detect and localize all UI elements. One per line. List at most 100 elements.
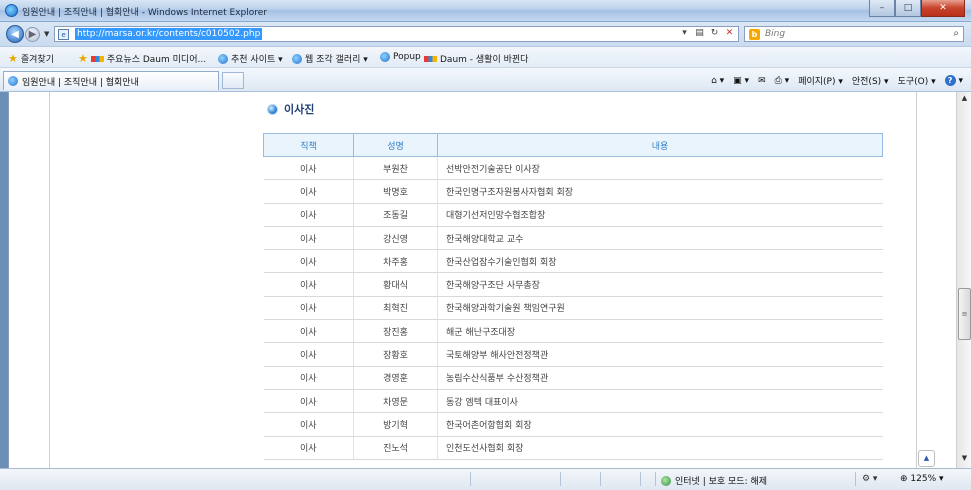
bullet-icon <box>267 103 278 115</box>
favorite-suggested-sites[interactable]: 추천 사이트 ▾ <box>218 52 283 65</box>
cell-description: 대형기선저인망수협조합장 <box>437 203 883 227</box>
url-input[interactable]: http://marsa.or.kr/contents/c010502.php <box>75 28 263 40</box>
cell-description: 동강 엠텍 대표이사 <box>437 389 883 414</box>
new-tab-button[interactable] <box>222 72 244 89</box>
cell-name: 진노석 <box>353 436 438 460</box>
favorites-button[interactable]: ★ 즐겨찾기 <box>8 52 54 65</box>
tab-current[interactable]: 임원안내 | 조직안내 | 협회안내 <box>3 71 219 90</box>
cell-name: 장진홍 <box>353 319 438 344</box>
security-zone[interactable]: 인터넷 | 보호 모드: 해제 <box>661 474 767 487</box>
table-row: 이사 부원찬 선박안전기술공단 이사장 <box>263 156 883 181</box>
vertical-scrollbar[interactable]: ▲ ≡ ▼ <box>956 92 971 468</box>
page-icon: e <box>58 29 69 40</box>
history-dropdown-icon[interactable]: ▼ <box>44 30 49 38</box>
status-separator <box>560 472 561 486</box>
address-row: ◀ ▶ ▼ e http://marsa.or.kr/contents/c010… <box>0 22 971 46</box>
table-row: 이사 진노석 인천도선사협회 회장 <box>263 436 883 460</box>
favorite-label: 웹 조각 갤러리 ▾ <box>305 55 368 65</box>
cell-position: 이사 <box>263 436 354 460</box>
forward-button[interactable]: ▶ <box>25 27 40 42</box>
stop-icon[interactable]: ✕ <box>724 28 735 38</box>
command-bar: ⌂ ▾ ▣ ▾ ✉ ⎙ ▾ 페이지(P) ▾ 안전(S) ▾ 도구(O) ▾ ?… <box>711 74 963 87</box>
cell-position: 이사 <box>263 389 354 414</box>
favorite-web-slice-gallery[interactable]: 웹 조각 갤러리 ▾ <box>292 52 368 65</box>
favorite-daum-media[interactable]: ★ 주요뉴스 Daum 미디어... <box>78 52 206 65</box>
cell-description: 한국산업잠수기술인협회 회장 <box>437 249 883 274</box>
minimize-button[interactable]: – <box>869 0 895 17</box>
cell-name: 차주홍 <box>353 249 438 274</box>
compatibility-view-icon[interactable]: ▤ <box>694 28 705 38</box>
scroll-down-icon[interactable]: ▼ <box>959 454 970 466</box>
favorites-label: 즐겨찾기 <box>20 55 54 65</box>
safety-menu[interactable]: 안전(S) ▾ <box>852 74 889 87</box>
mail-icon[interactable]: ✉ <box>758 76 766 86</box>
table-row: 이사 장진홍 해군 해난구조대장 <box>263 319 883 344</box>
cell-description: 한국해양대학교 교수 <box>437 226 883 251</box>
window-title: 임원안내 | 조직안내 | 협회안내 - Windows Internet Ex… <box>22 8 267 18</box>
cell-name: 장황호 <box>353 342 438 367</box>
help-menu[interactable]: ? ▾ <box>944 75 963 86</box>
layout-divider <box>916 92 917 468</box>
table-row: 이사 조동길 대형기선저인망수협조합장 <box>263 203 883 227</box>
cell-name: 황대식 <box>353 272 438 297</box>
cell-description: 농림수산식품부 수산정책관 <box>437 366 883 390</box>
cell-description: 국토해양부 해사안전정책관 <box>437 342 883 367</box>
ie-page-icon <box>292 53 302 64</box>
address-dropdown-icon[interactable]: ▾ <box>679 28 690 38</box>
page-content: 이사진 직책 성명 내용 이사 부원찬 선박안전기술공단 이사장 이사 박명호 한국인명구… <box>8 92 956 468</box>
column-header-position: 직책 <box>263 133 354 157</box>
favorite-daum[interactable]: Daum - 생활이 바뀐다 <box>424 52 528 65</box>
board-members-table: 직책 성명 내용 이사 부원찬 선박안전기술공단 이사장 이사 박명호 한국인명구조자원봉… <box>263 133 883 460</box>
cell-position: 이사 <box>263 249 354 274</box>
zoom-control[interactable]: ⊕ 125% ▾ <box>900 474 944 484</box>
favorite-label: 주요뉴스 Daum 미디어... <box>106 55 207 65</box>
security-zone-label: 인터넷 | 보호 모드: 해제 <box>675 477 768 487</box>
favorite-popup[interactable]: Popup <box>380 52 421 62</box>
cell-position: 이사 <box>263 272 354 297</box>
search-box[interactable]: b Bing ⌕ <box>744 26 964 42</box>
cell-name: 부원찬 <box>353 156 438 181</box>
favorite-label: 추천 사이트 ▾ <box>231 55 283 65</box>
home-icon[interactable]: ⌂ ▾ <box>711 76 724 86</box>
cell-description: 한국어촌어항협회 회장 <box>437 412 883 437</box>
table-row: 이사 차주홍 한국산업잠수기술인협회 회장 <box>263 249 883 274</box>
scroll-thumb[interactable]: ≡ <box>958 288 971 340</box>
favorite-label: Daum - 생활이 바뀐다 <box>440 55 529 65</box>
protected-mode-icon[interactable]: ⚙ ▾ <box>862 474 877 484</box>
status-bar: 인터넷 | 보호 모드: 해제 ⚙ ▾ ⊕ 125% ▾ <box>0 468 971 490</box>
tools-menu[interactable]: 도구(O) ▾ <box>898 74 936 87</box>
daum-icon <box>424 55 437 62</box>
cell-name: 최혁진 <box>353 296 438 321</box>
print-icon[interactable]: ⎙ ▾ <box>775 76 790 86</box>
section-title: 이사진 <box>284 103 315 116</box>
search-icon[interactable]: ⌕ <box>953 28 959 39</box>
scroll-to-top-button[interactable]: ▲ <box>918 450 935 467</box>
table-row: 이사 경영훈 농림수산식품부 수산정책관 <box>263 366 883 390</box>
column-header-description: 내용 <box>437 133 883 157</box>
cell-description: 한국해양구조단 사무총장 <box>437 272 883 297</box>
add-favorite-icon: ★ <box>78 52 88 65</box>
cell-name: 강신영 <box>353 226 438 251</box>
maximize-button[interactable]: □ <box>895 0 921 17</box>
daum-icon <box>90 55 104 62</box>
table-row: 이사 황대식 한국해양구조단 사무총장 <box>263 272 883 297</box>
table-row: 이사 차영문 동강 엠텍 대표이사 <box>263 389 883 414</box>
cell-description: 해군 해난구조대장 <box>437 319 883 344</box>
back-button[interactable]: ◀ <box>6 25 24 43</box>
cell-position: 이사 <box>263 179 354 204</box>
scroll-up-icon[interactable]: ▲ <box>959 94 970 106</box>
address-bar[interactable]: e http://marsa.or.kr/contents/c010502.ph… <box>54 26 739 42</box>
favorites-bar: ★ 즐겨찾기 ★ 주요뉴스 Daum 미디어... 추천 사이트 ▾ 웹 조각 … <box>0 46 971 68</box>
status-separator <box>655 472 656 486</box>
close-button[interactable]: ✕ <box>921 0 965 17</box>
table-header-row: 직책 성명 내용 <box>263 133 883 157</box>
feeds-icon[interactable]: ▣ ▾ <box>733 76 749 86</box>
status-separator <box>640 472 641 486</box>
tab-row: 임원안내 | 조직안내 | 협회안내 ⌂ ▾ ▣ ▾ ✉ ⎙ ▾ 페이지(P) … <box>0 68 971 92</box>
search-input[interactable]: Bing <box>765 29 785 39</box>
table-row: 이사 장황호 국토해양부 해사안전정책관 <box>263 342 883 367</box>
help-icon: ? <box>944 75 956 86</box>
table-row: 이사 최혁진 한국해양과학기술원 책임연구원 <box>263 296 883 321</box>
refresh-icon[interactable]: ↻ <box>709 28 720 38</box>
page-menu[interactable]: 페이지(P) ▾ <box>798 74 843 87</box>
